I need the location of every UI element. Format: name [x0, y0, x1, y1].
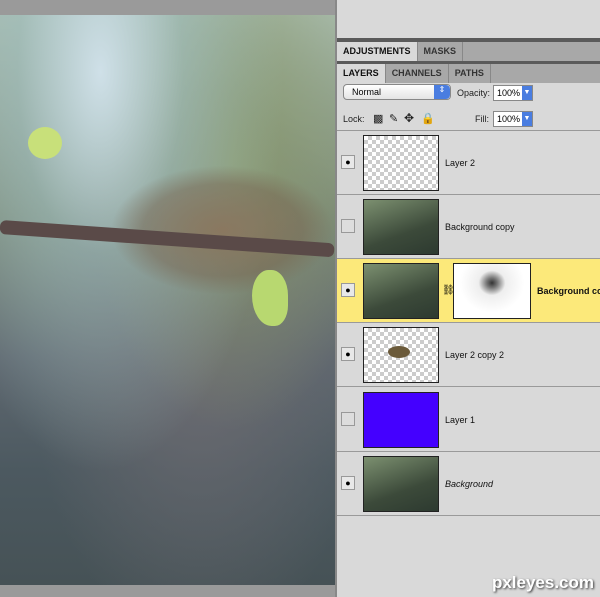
fill-label: Fill:: [475, 114, 489, 124]
layer-thumbnail: [363, 327, 439, 383]
leaf-shape: [252, 270, 288, 326]
lock-brush-icon[interactable]: ✎: [389, 112, 398, 125]
layer-row[interactable]: Layer 1: [337, 388, 600, 452]
lock-move-icon[interactable]: ✥: [404, 111, 414, 125]
eye-icon[interactable]: ●: [341, 347, 355, 361]
lock-transparent-icon[interactable]: ▩: [373, 112, 383, 125]
blend-mode-select[interactable]: Normal ⇕: [343, 84, 451, 100]
blend-mode-value: Normal: [352, 87, 382, 97]
layer-thumbnail: [363, 392, 439, 448]
eye-icon[interactable]: ●: [341, 155, 355, 169]
visibility-toggle[interactable]: [341, 219, 355, 233]
layer-row[interactable]: ● Layer 2 copy 2: [337, 323, 600, 387]
canvas-image: [0, 15, 335, 585]
layer-thumbnail: [363, 135, 439, 191]
layer-thumbnail: [363, 456, 439, 512]
opacity-value: 100%: [497, 88, 521, 98]
layer-row-selected[interactable]: ● ⛓ Background co: [337, 259, 600, 323]
layer-mask-thumbnail[interactable]: [453, 263, 531, 319]
bud-shape: [28, 127, 62, 159]
tab-adjustments[interactable]: ADJUSTMENTS: [337, 42, 418, 61]
eye-icon[interactable]: ●: [341, 283, 355, 297]
tab-channels[interactable]: CHANNELS: [386, 64, 449, 83]
layer-name: Background co: [537, 286, 600, 296]
layer-row[interactable]: ● Background: [337, 452, 600, 516]
eye-icon[interactable]: ●: [341, 476, 355, 490]
tab-paths[interactable]: PATHS: [449, 64, 491, 83]
layer-thumbnail: [363, 199, 439, 255]
lock-label: Lock:: [343, 114, 365, 124]
fill-input[interactable]: 100% ▼: [493, 111, 533, 127]
layers-tabs: LAYERS CHANNELS PATHS: [337, 64, 600, 83]
layer-name: Background: [445, 479, 494, 489]
lock-all-icon[interactable]: 🔒: [421, 112, 435, 125]
tab-layers[interactable]: LAYERS: [337, 64, 386, 83]
dropdown-arrow-icon[interactable]: ▼: [522, 86, 532, 100]
layer-name: Background copy: [445, 222, 515, 232]
layer-name: Layer 2: [445, 158, 476, 168]
layer-name: Layer 1: [445, 415, 476, 425]
layer-row[interactable]: ● Layer 2: [337, 131, 600, 195]
opacity-input[interactable]: 100% ▼: [493, 85, 533, 101]
visibility-toggle[interactable]: [341, 412, 355, 426]
layer-row[interactable]: Background copy: [337, 195, 600, 259]
tab-masks[interactable]: MASKS: [418, 42, 464, 61]
fill-value: 100%: [497, 114, 521, 124]
layer-thumbnail: [363, 263, 439, 319]
watermark: pxleyes.com: [491, 573, 594, 592]
adjustments-tabs: ADJUSTMENTS MASKS: [337, 42, 600, 61]
layer-name: Layer 2 copy 2: [445, 350, 505, 360]
opacity-label: Opacity:: [457, 88, 491, 98]
layers-panel: ADJUSTMENTS MASKS LAYERS CHANNELS PATHS …: [335, 0, 600, 597]
updown-arrows-icon: ⇕: [434, 85, 450, 99]
document-canvas[interactable]: [0, 0, 335, 597]
dropdown-arrow-icon[interactable]: ▼: [522, 112, 532, 126]
